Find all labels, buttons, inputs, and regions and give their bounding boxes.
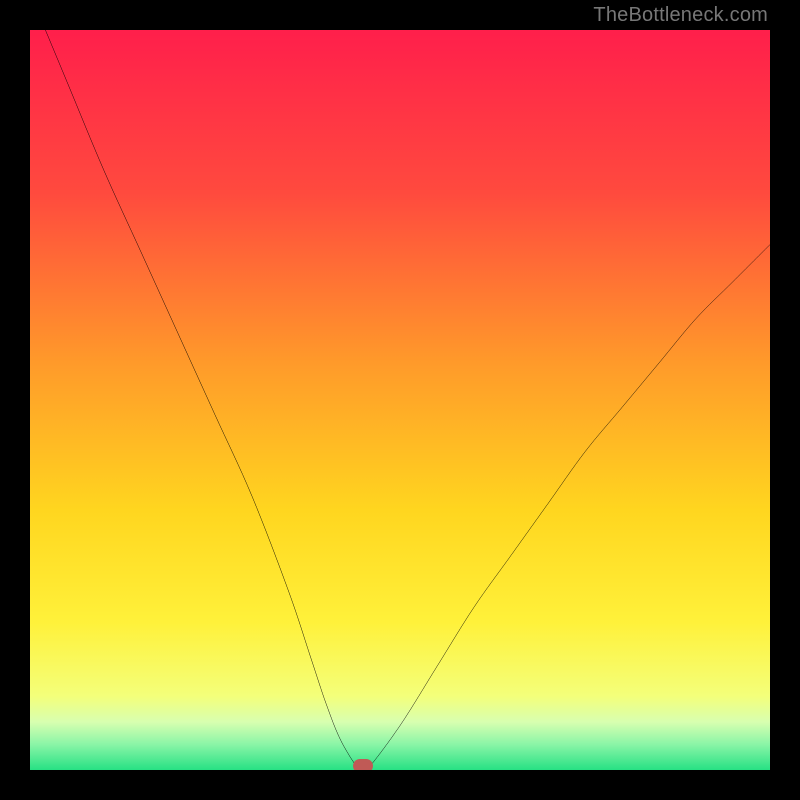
watermark-text: TheBottleneck.com (593, 4, 768, 27)
optimal-point-marker (353, 759, 373, 770)
chart-frame: TheBottleneck.com (0, 0, 800, 800)
plot-area (30, 30, 770, 770)
bottleneck-curve (30, 30, 770, 770)
